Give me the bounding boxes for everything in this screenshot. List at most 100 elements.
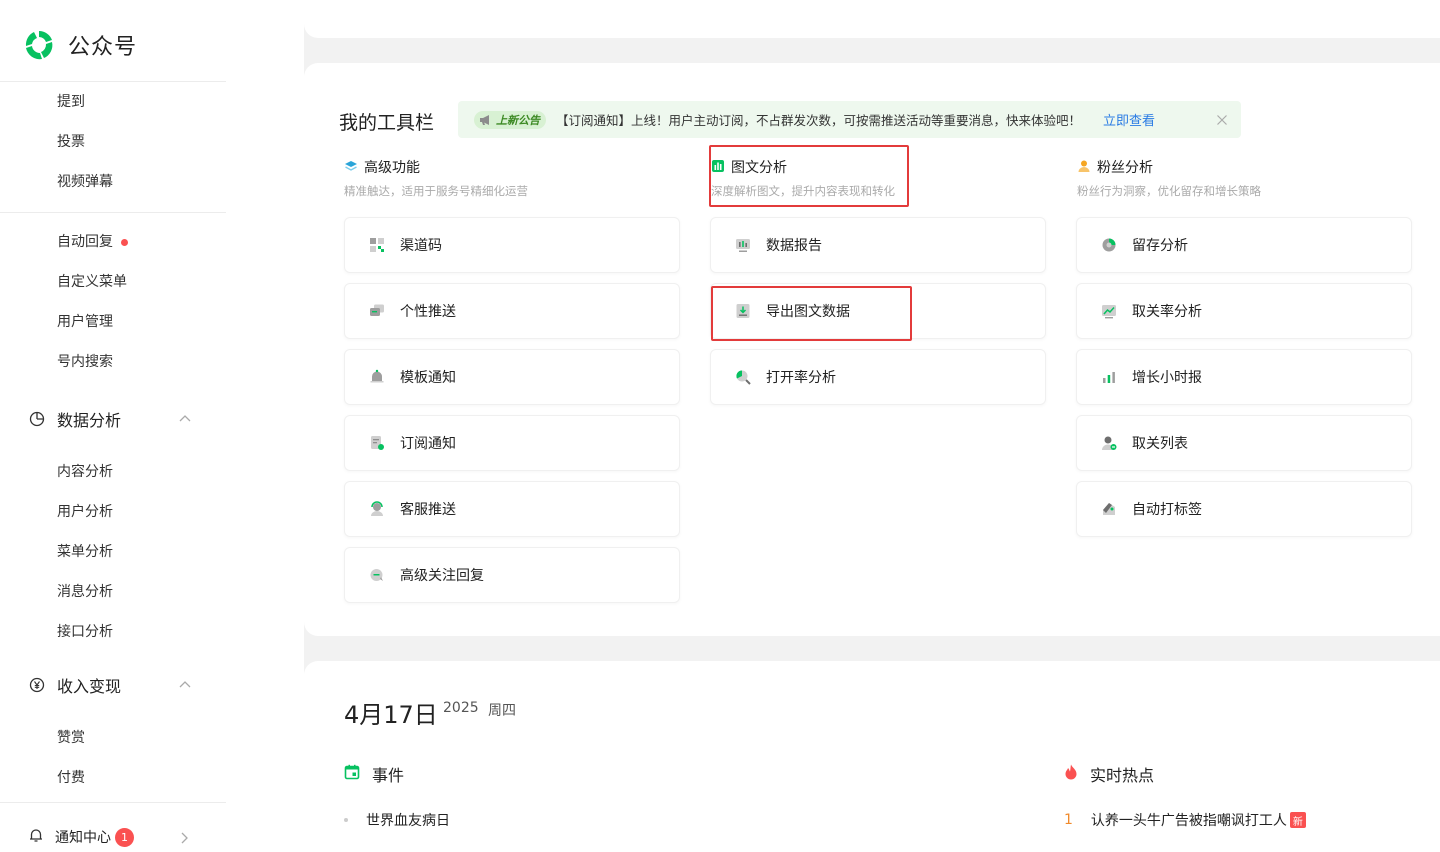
toolbar-title: 我的工具栏 (339, 112, 435, 134)
tool-customer-service-push[interactable]: 客服推送 (344, 481, 680, 537)
tool-label: 订阅通知 (400, 436, 456, 452)
tool-label: 打开率分析 (766, 370, 836, 386)
sidebar-item-content-analysis[interactable]: 内容分析 (57, 462, 113, 482)
chevron-up-icon[interactable] (178, 411, 192, 430)
qrcode-icon (368, 236, 386, 254)
sidebar-item-menu-analysis[interactable]: 菜单分析 (57, 542, 113, 562)
sidebar-group-monetization[interactable]: 收入变现 (28, 674, 198, 696)
hot-rank: 1 (1064, 812, 1073, 828)
divider (0, 81, 226, 82)
user-minus-icon (1100, 434, 1118, 452)
tool-personalized-push[interactable]: 个性推送 (344, 283, 680, 339)
top-card (304, 0, 1440, 38)
announcement-banner: 上新公告 【订阅通知】上线！用户主动订阅，不占群发次数，可按需推送活动等重要消息… (458, 101, 1241, 138)
tool-retention-analysis[interactable]: 留存分析 (1076, 217, 1412, 273)
tool-label: 个性推送 (400, 304, 456, 320)
close-icon[interactable] (1215, 112, 1229, 131)
column-header-advanced: 高级功能 (344, 157, 420, 177)
view-now-link[interactable]: 立即查看 (1103, 110, 1155, 129)
bar-chart-icon (711, 158, 725, 177)
magnifier-icon (734, 368, 752, 386)
tool-template-notification[interactable]: 模板通知 (344, 349, 680, 405)
divider (0, 802, 226, 803)
event-label: 世界血友病日 (366, 813, 450, 829)
tag-icon (1100, 500, 1118, 518)
sidebar: 公众号 提到 投票 视频弹幕 自动回复 自定义菜单 用户管理 号内搜索 数据分析… (0, 0, 304, 852)
report-chart-icon (734, 236, 752, 254)
yen-icon (28, 676, 46, 694)
sidebar-item-mentions[interactable]: 提到 (57, 92, 85, 112)
tool-label: 取关率分析 (1132, 304, 1202, 320)
column-title: 图文分析 (731, 160, 787, 176)
logo[interactable]: 公众号 (22, 28, 137, 62)
chevron-right-icon (178, 830, 190, 849)
announcement-text: 【订阅通知】上线！用户主动订阅，不占群发次数，可按需推送活动等重要消息，快来体验… (556, 113, 1082, 128)
headset-icon (368, 500, 386, 518)
document-check-icon (368, 434, 386, 452)
tool-growth-hourly-report[interactable]: 增长小时报 (1076, 349, 1412, 405)
tool-subscription-notification[interactable]: 订阅通知 (344, 415, 680, 471)
event-item: 世界血友病日 (344, 810, 450, 830)
user-icon (1077, 158, 1091, 177)
sidebar-item-paid[interactable]: 付费 (57, 768, 85, 788)
bars-icon (1100, 368, 1118, 386)
hot-topic-label: 认养一头牛广告被指嘲讽打工人 (1090, 813, 1287, 829)
tool-unfollow-rate-analysis[interactable]: 取关率分析 (1076, 283, 1412, 339)
megaphone-icon (480, 114, 489, 125)
tool-auto-tagging[interactable]: 自动打标签 (1076, 481, 1412, 537)
layers-icon (344, 158, 358, 177)
tool-data-report[interactable]: 数据报告 (710, 217, 1046, 273)
wechat-mp-logo-icon (25, 31, 53, 60)
tool-label: 自动打标签 (1132, 502, 1202, 518)
notification-center[interactable]: 通知中心 1 (28, 825, 198, 849)
tool-advanced-follow-reply[interactable]: 高级关注回复 (344, 547, 680, 603)
date-label: 4月17日 (344, 701, 438, 729)
hot-topics-header: 实时热点 (1064, 762, 1154, 786)
sidebar-item-label: 自动回复 (57, 234, 113, 250)
tool-channel-code[interactable]: 渠道码 (344, 217, 680, 273)
bullet-dot (344, 818, 348, 822)
sidebar-item-in-account-search[interactable]: 号内搜索 (57, 352, 113, 372)
tool-label: 取关列表 (1132, 436, 1188, 452)
column-header-fan-analysis: 粉丝分析 (1077, 157, 1153, 177)
chevron-up-icon[interactable] (178, 677, 192, 696)
reply-bubble-icon (368, 566, 386, 584)
chat-bubbles-icon (368, 302, 386, 320)
sidebar-item-vote[interactable]: 投票 (57, 132, 85, 152)
sidebar-item-api-analysis[interactable]: 接口分析 (57, 622, 113, 642)
pie-chart-icon (28, 410, 46, 428)
tool-open-rate-analysis[interactable]: 打开率分析 (710, 349, 1046, 405)
announcement-tag: 上新公告 (474, 110, 546, 129)
bell-icon (368, 368, 386, 386)
app-title: 公众号 (68, 35, 138, 60)
sidebar-item-video-danmaku[interactable]: 视频弹幕 (57, 172, 113, 192)
sidebar-item-message-analysis[interactable]: 消息分析 (57, 582, 113, 602)
tool-label: 模板通知 (400, 370, 456, 386)
sidebar-item-custom-menu[interactable]: 自定义菜单 (57, 272, 127, 292)
hot-topic-item[interactable]: 1 认养一头牛广告被指嘲讽打工人 新 (1064, 810, 1306, 830)
toolbar-card: 我的工具栏 上新公告 【订阅通知】上线！用户主动订阅，不占群发次数，可按需推送活… (304, 63, 1440, 636)
tool-label: 留存分析 (1132, 238, 1188, 254)
sidebar-item-user-analysis[interactable]: 用户分析 (57, 502, 113, 522)
calendar-icon (344, 764, 360, 784)
tool-export-article-data[interactable]: 导出图文数据 (710, 283, 1046, 339)
column-subtitle: 深度解析图文，提升内容表现和转化 (711, 184, 895, 198)
trend-chart-icon (1100, 302, 1118, 320)
sidebar-group-data-analysis[interactable]: 数据分析 (28, 408, 198, 430)
column-title: 高级功能 (364, 160, 420, 176)
tool-unfollow-list[interactable]: 取关列表 (1076, 415, 1412, 471)
sidebar-item-user-management[interactable]: 用户管理 (57, 312, 113, 332)
divider (0, 212, 226, 213)
column-header-article-analysis: 图文分析 (711, 157, 787, 177)
hot-topics-title: 实时热点 (1090, 766, 1155, 785)
tool-label: 客服推送 (400, 502, 456, 518)
fire-icon (1064, 764, 1078, 784)
notification-label: 通知中心 (55, 830, 111, 846)
sidebar-item-reward[interactable]: 赞赏 (57, 728, 85, 748)
year-label: 2025 (443, 700, 479, 716)
sidebar-item-auto-reply[interactable]: 自动回复 (57, 232, 128, 252)
events-title: 事件 (372, 766, 405, 785)
new-badge: 新 (1289, 812, 1306, 828)
unread-dot (121, 238, 128, 246)
events-header: 事件 (344, 762, 404, 786)
